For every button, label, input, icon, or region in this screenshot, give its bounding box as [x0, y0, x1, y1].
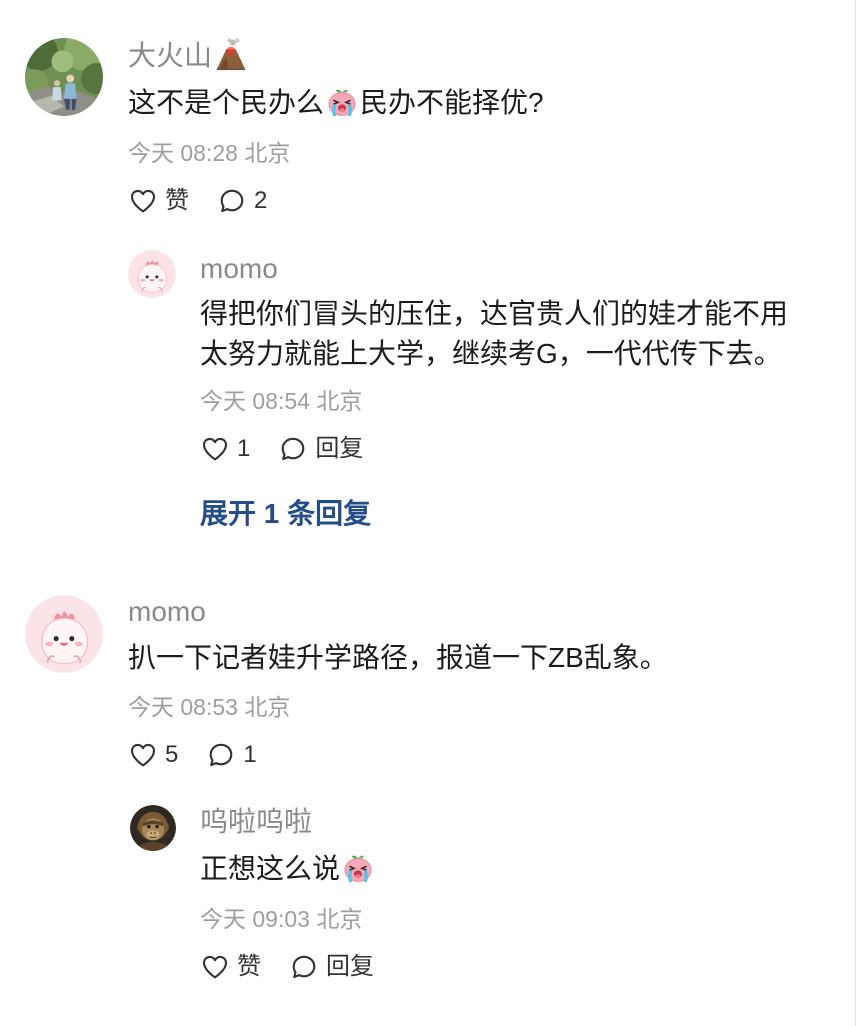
avatar[interactable] [25, 595, 103, 673]
reply-timestamp: 今天 09:03 北京 [200, 906, 363, 932]
reply-label[interactable]: 回复 [326, 952, 374, 982]
content-text: 这不是个民办么 [128, 87, 325, 118]
reply-content: 正想这么说 [200, 849, 376, 889]
reply-count[interactable]: 2 [254, 186, 267, 216]
reply-username[interactable]: 呜啦呜啦 [200, 804, 312, 840]
username-text[interactable]: 大火山 [128, 40, 212, 71]
comment-bubble-icon [210, 743, 233, 767]
heart-icon [130, 743, 156, 767]
comment-timestamp: 今天 08:53 北京 [128, 694, 291, 720]
reply-button[interactable]: 回复 [289, 952, 374, 982]
reply-actions: 1 回复 [200, 434, 363, 464]
reply-actions: 赞 回复 [200, 952, 374, 982]
like-label[interactable]: 赞 [237, 952, 261, 982]
avatar[interactable] [25, 38, 103, 116]
content-text: 正想这么说 [200, 853, 341, 884]
like-button[interactable]: 1 [200, 434, 250, 464]
comment-content: 这不是个民办么 民办不能择优? [128, 83, 544, 123]
heart-icon [202, 437, 228, 461]
comment-actions: 赞 2 [128, 186, 267, 216]
like-button[interactable]: 5 [128, 740, 178, 770]
comment-timestamp: 今天 08:28 北京 [128, 140, 291, 166]
heart-icon [130, 189, 156, 213]
crying-face-sticker-icon [344, 855, 372, 882]
like-button[interactable]: 赞 [128, 186, 189, 216]
reply-button[interactable]: 1 [206, 740, 257, 770]
comment-username[interactable]: 大火山 [128, 37, 248, 74]
heart-icon [202, 955, 228, 979]
reply-button[interactable]: 2 [217, 186, 267, 216]
reply-username[interactable]: momo [200, 251, 278, 287]
comment-bubble-icon [292, 955, 316, 979]
reply-button[interactable]: 回复 [278, 434, 363, 464]
right-edge-divider [855, 0, 856, 1026]
content-text: 民办不能择优? [360, 87, 544, 118]
like-label[interactable]: 赞 [165, 186, 189, 216]
reply-timestamp: 今天 08:54 北京 [200, 388, 363, 414]
crying-face-sticker-icon [328, 89, 356, 116]
comment-bubble-icon [220, 189, 244, 213]
expand-replies-link[interactable]: 展开 1 条回复 [200, 494, 371, 534]
avatar[interactable] [128, 250, 176, 298]
comment-actions: 5 1 [128, 740, 257, 770]
like-count[interactable]: 5 [165, 740, 178, 770]
comment-thread: 大火山 这不是个民办么 民办不能择优? 今天 08:28 北京 赞 2 momo… [0, 0, 866, 1026]
reply-count[interactable]: 1 [243, 740, 256, 770]
comment-bubble-icon [282, 437, 305, 461]
like-count[interactable]: 1 [237, 434, 250, 464]
comment-content: 扒一下记者娃升学路径，报道一下ZB乱象。 [128, 642, 668, 673]
reply-content: 得把你们冒头的压住，达官贵人们的娃才能不用太努力就能上大学，继续考G，一代代传下… [200, 298, 789, 369]
comment-username[interactable]: momo [128, 594, 206, 630]
like-button[interactable]: 赞 [200, 952, 261, 982]
avatar[interactable] [130, 805, 176, 851]
reply-label[interactable]: 回复 [315, 434, 363, 464]
volcano-emoji-icon [216, 38, 246, 71]
